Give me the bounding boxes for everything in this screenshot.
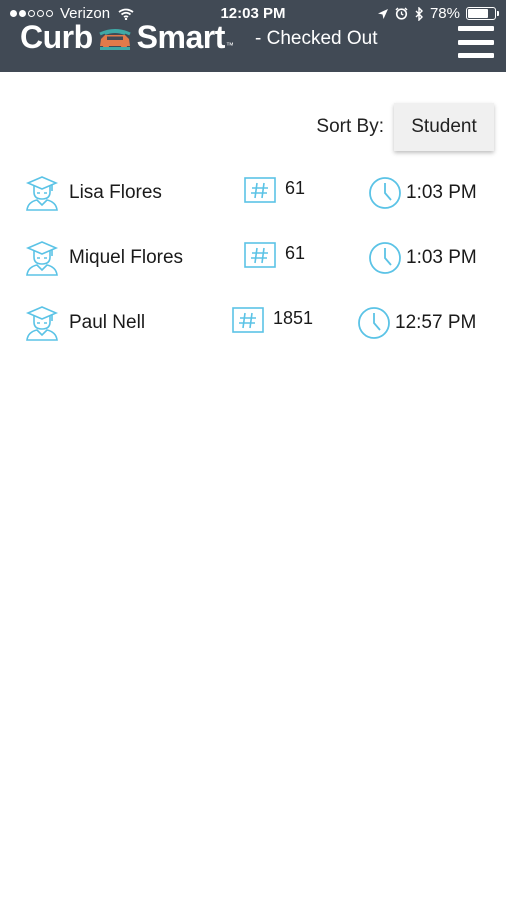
checkout-time: 1:03 PM <box>406 182 477 203</box>
time-cell: 12:57 PM <box>357 305 476 341</box>
student-name: Miquel Flores <box>69 247 184 268</box>
battery-icon <box>466 7 499 20</box>
app-header: Verizon 12:03 PM 78% Curb Smart ™ - Chec… <box>0 0 506 72</box>
time-cell: 1:03 PM <box>368 175 477 211</box>
checkout-time: 12:57 PM <box>395 312 477 333</box>
hash-badge-icon <box>244 242 276 270</box>
menu-bar <box>458 53 494 58</box>
car-number: 61 <box>285 177 306 198</box>
bluetooth-icon <box>414 6 424 21</box>
clock-icon <box>357 305 393 341</box>
student-cell: Paul Nell <box>24 305 145 341</box>
student-name: Paul Nell <box>69 312 146 333</box>
student-row[interactable]: Lisa Flores 61 1:03 PM <box>0 175 506 215</box>
brand-logo: Curb Smart ™ <box>20 19 234 56</box>
student-cell: Miquel Flores <box>24 240 183 276</box>
student-name: Lisa Flores <box>69 182 162 203</box>
battery-percent: 78% <box>429 5 460 22</box>
hamburger-menu-button[interactable] <box>458 26 494 58</box>
page-subtitle: - Checked Out <box>255 28 378 49</box>
clock-icon <box>368 240 404 276</box>
sort-control: Sort By: Student <box>316 103 494 151</box>
menu-bar <box>458 26 494 31</box>
clock-icon <box>368 175 404 211</box>
menu-bar <box>458 39 494 45</box>
number-cell: 61 <box>244 177 305 205</box>
student-row[interactable]: Paul Nell 1851 12:57 PM <box>0 305 506 345</box>
brand-word-right: Smart <box>136 19 226 55</box>
brand-word-left: Curb <box>20 19 93 55</box>
student-avatar-icon <box>24 175 60 211</box>
alarm-icon <box>395 7 408 20</box>
student-row[interactable]: Miquel Flores 61 1:03 PM <box>0 240 506 280</box>
sort-select[interactable]: Student <box>394 103 494 151</box>
status-right: 78% <box>377 5 499 22</box>
time-cell: 1:03 PM <box>368 240 477 276</box>
number-cell: 61 <box>244 242 305 270</box>
student-avatar-icon <box>24 305 60 341</box>
car-icon <box>97 25 133 51</box>
car-number: 61 <box>285 242 306 263</box>
location-arrow-icon <box>377 8 389 20</box>
hash-badge-icon <box>232 307 264 335</box>
trademark-mark: ™ <box>225 41 234 50</box>
student-avatar-icon <box>24 240 60 276</box>
student-cell: Lisa Flores <box>24 175 162 211</box>
checkout-time: 1:03 PM <box>406 247 477 268</box>
sort-label: Sort By: <box>316 116 384 137</box>
hash-badge-icon <box>244 177 276 205</box>
number-cell: 1851 <box>232 307 313 335</box>
battery-level <box>468 9 489 18</box>
car-number: 1851 <box>273 307 314 328</box>
